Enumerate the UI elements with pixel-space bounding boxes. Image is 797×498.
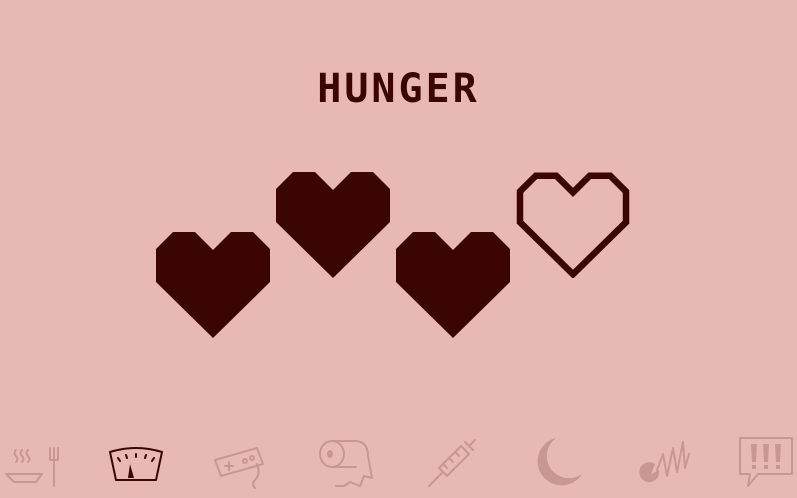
- moon-icon[interactable]: [526, 434, 586, 490]
- hunger-heart-1: [156, 232, 270, 338]
- syringe-icon[interactable]: [421, 434, 481, 490]
- hunger-heart-4: [516, 172, 630, 278]
- hunger-heart-3: [396, 232, 510, 338]
- discipline-icon[interactable]: [631, 434, 691, 490]
- screen-title: HUNGER: [317, 66, 480, 112]
- attention-alert-icon[interactable]: [736, 434, 796, 490]
- care-toolbar: [0, 426, 797, 498]
- food-bowl-fork-icon[interactable]: [2, 434, 62, 490]
- scale-gauge-icon[interactable]: [106, 434, 166, 490]
- toilet-paper-icon[interactable]: [316, 434, 376, 490]
- hunger-heart-2: [276, 172, 390, 278]
- game-controller-icon[interactable]: [211, 434, 271, 490]
